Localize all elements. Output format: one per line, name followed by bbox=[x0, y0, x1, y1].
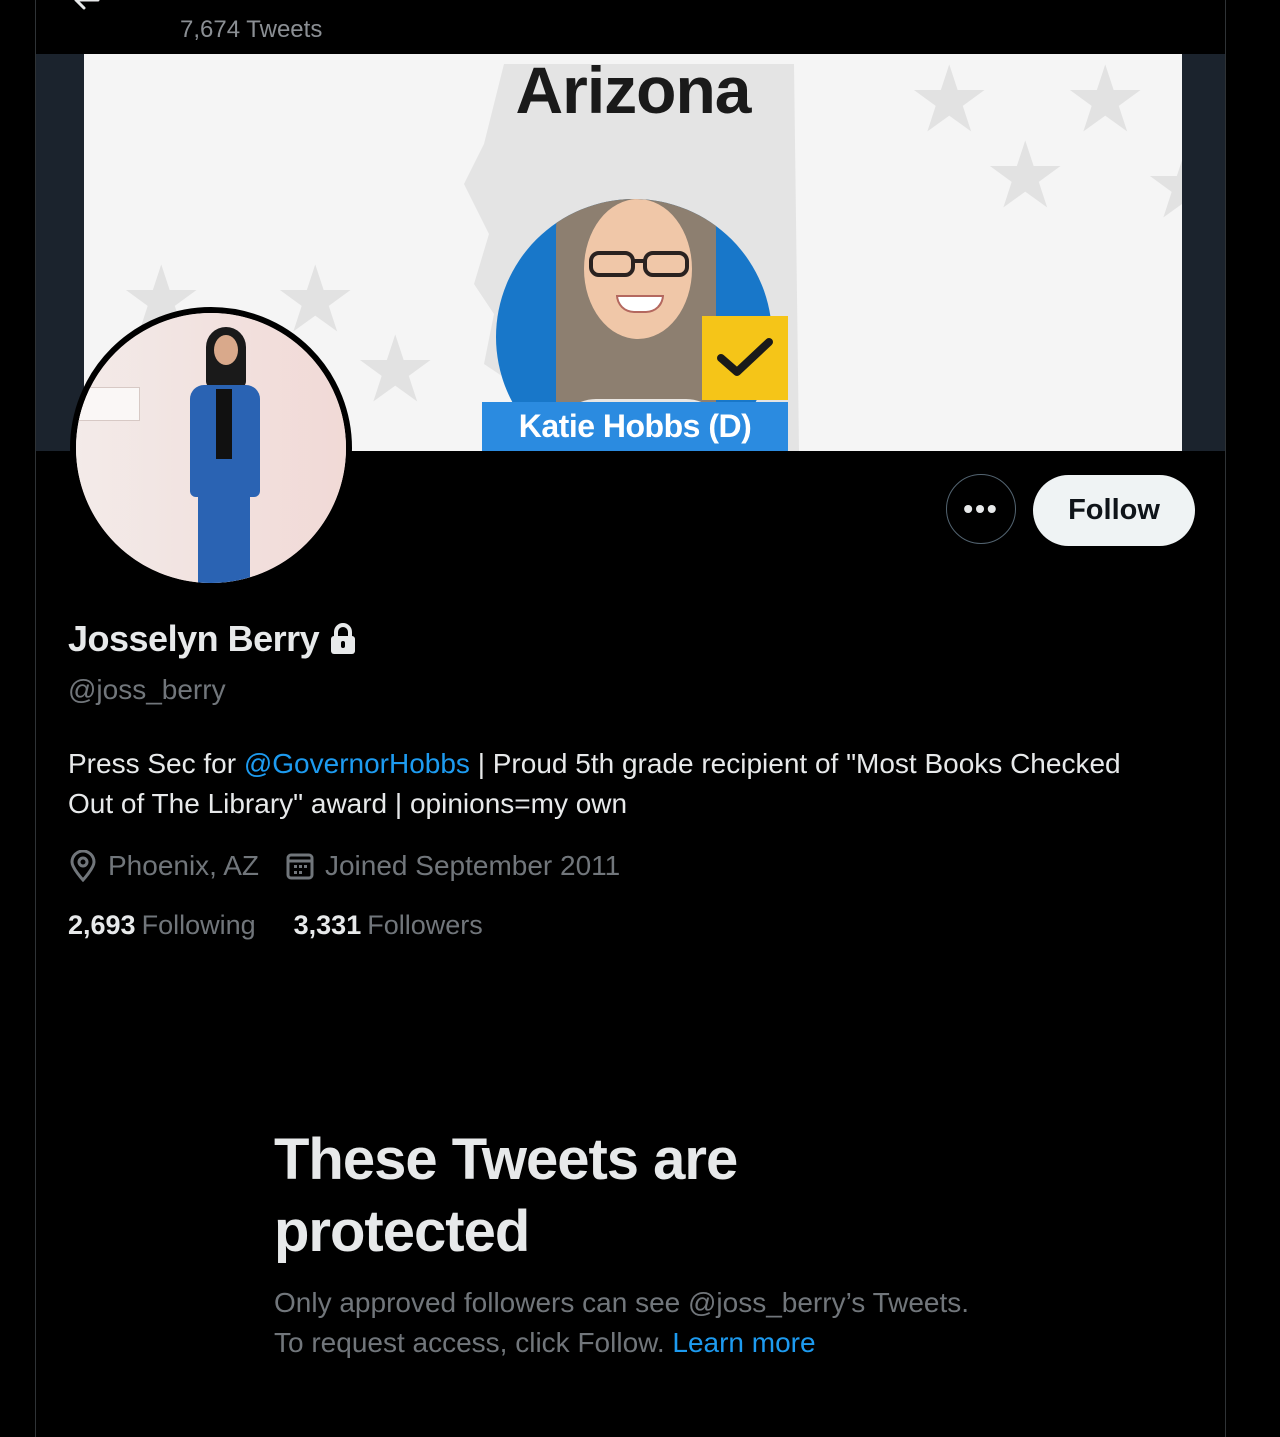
protected-message: Only approved followers can see @joss_be… bbox=[274, 1283, 994, 1363]
more-options-button[interactable]: ••• bbox=[946, 474, 1016, 544]
following-label: Following bbox=[141, 910, 256, 940]
mention-link[interactable]: @GovernorHobbs bbox=[244, 748, 470, 779]
candidate-name-tag: Katie Hobbs (D) bbox=[482, 402, 788, 451]
handle: @joss_berry bbox=[68, 674, 226, 705]
star-icon: ★ bbox=[984, 125, 1067, 227]
bio-prefix: Press Sec for bbox=[68, 748, 244, 779]
banner-heading: Arizona bbox=[515, 54, 751, 127]
profile-meta: Phoenix, AZ Joined September 2011 bbox=[68, 846, 646, 886]
protected-text: Only approved followers can see @joss_be… bbox=[274, 1287, 970, 1358]
bio: Press Sec for @GovernorHobbs | Proud 5th… bbox=[68, 744, 1128, 824]
location: Phoenix, AZ bbox=[68, 850, 259, 882]
calendar-icon bbox=[286, 853, 314, 880]
display-name: Josselyn Berry bbox=[68, 618, 357, 660]
join-date: Joined September 2011 bbox=[285, 850, 620, 882]
star-icon: ★ bbox=[354, 319, 437, 421]
following-count: 2,693 bbox=[68, 910, 136, 940]
location-pin-icon bbox=[70, 850, 96, 882]
join-date-text: Joined September 2011 bbox=[324, 850, 621, 881]
top-bar: 7,674 Tweets bbox=[36, 0, 1225, 54]
checkmark-icon bbox=[717, 338, 773, 376]
followers-label: Followers bbox=[367, 910, 483, 940]
tweet-count: 7,674 Tweets bbox=[180, 16, 323, 43]
protected-title: These Tweets are protected bbox=[274, 1127, 738, 1264]
learn-more-link[interactable]: Learn more bbox=[672, 1327, 815, 1358]
avatar[interactable] bbox=[70, 307, 352, 589]
following-link[interactable]: 2,693 Following bbox=[68, 910, 256, 941]
more-icon: ••• bbox=[963, 493, 999, 524]
profile-stats: 2,693 Following 3,331 Followers bbox=[68, 910, 521, 941]
follow-button[interactable]: Follow bbox=[1033, 475, 1195, 546]
location-text: Phoenix, AZ bbox=[108, 850, 259, 881]
followers-link[interactable]: 3,331 Followers bbox=[294, 910, 483, 941]
display-name-text: Josselyn Berry bbox=[68, 618, 320, 659]
followers-count: 3,331 bbox=[293, 910, 362, 940]
star-icon: ★ bbox=[1144, 140, 1182, 232]
lock-icon bbox=[331, 623, 356, 654]
check-badge bbox=[702, 316, 788, 400]
back-arrow-icon[interactable] bbox=[70, 0, 100, 12]
profile-column: 7,674 Tweets ★ ★ ★ ★ ★ ★ ★ Arizona bbox=[35, 0, 1226, 1437]
